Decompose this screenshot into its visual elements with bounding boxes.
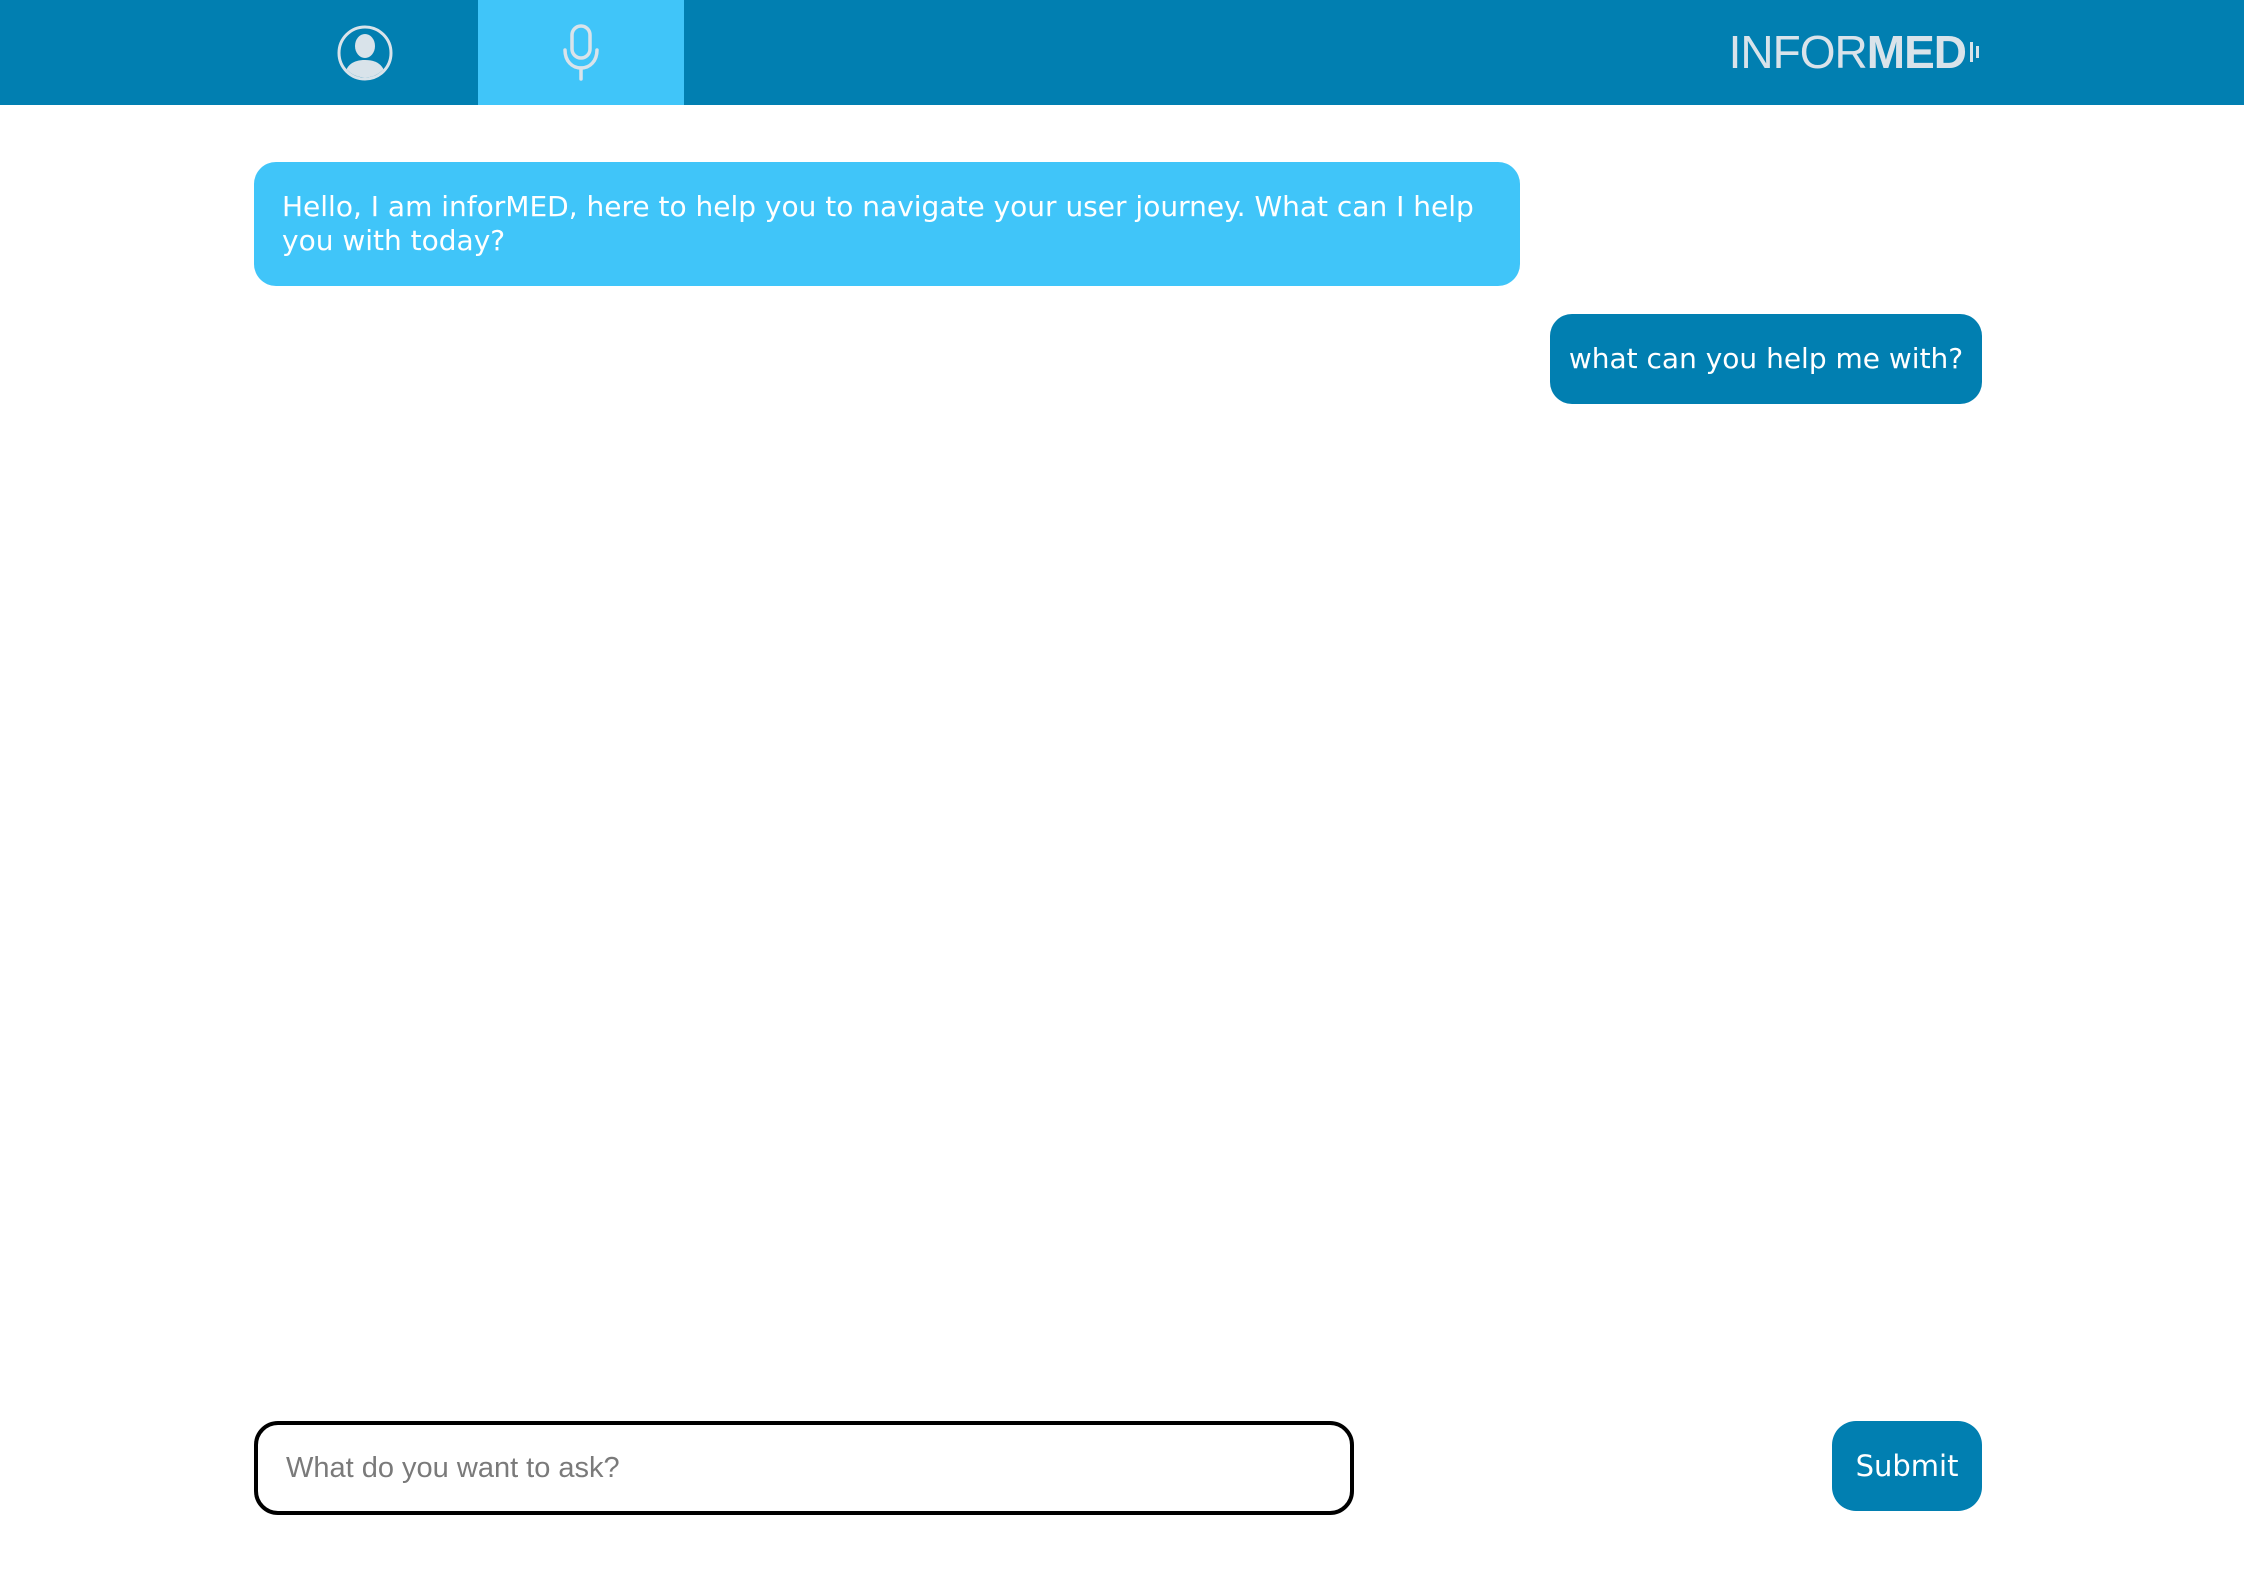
bot-message: Hello, I am inforMED, here to help you t… [254, 162, 1520, 286]
logo-text-bold: MED [1866, 26, 1967, 78]
user-message: what can you help me with? [1550, 314, 1982, 404]
logo-text-light: INFOR [1728, 26, 1868, 78]
submit-button[interactable]: Submit [1832, 1421, 1982, 1511]
tab-voice[interactable] [478, 0, 684, 105]
sound-bars-icon [1970, 42, 1979, 62]
tab-profile[interactable] [262, 0, 468, 105]
informed-logo: INFOR MED [1729, 22, 1982, 82]
top-navigation-bar: INFOR MED [0, 0, 2244, 105]
user-profile-icon [337, 25, 393, 80]
microphone-icon [563, 23, 599, 81]
ask-input[interactable] [254, 1421, 1354, 1515]
